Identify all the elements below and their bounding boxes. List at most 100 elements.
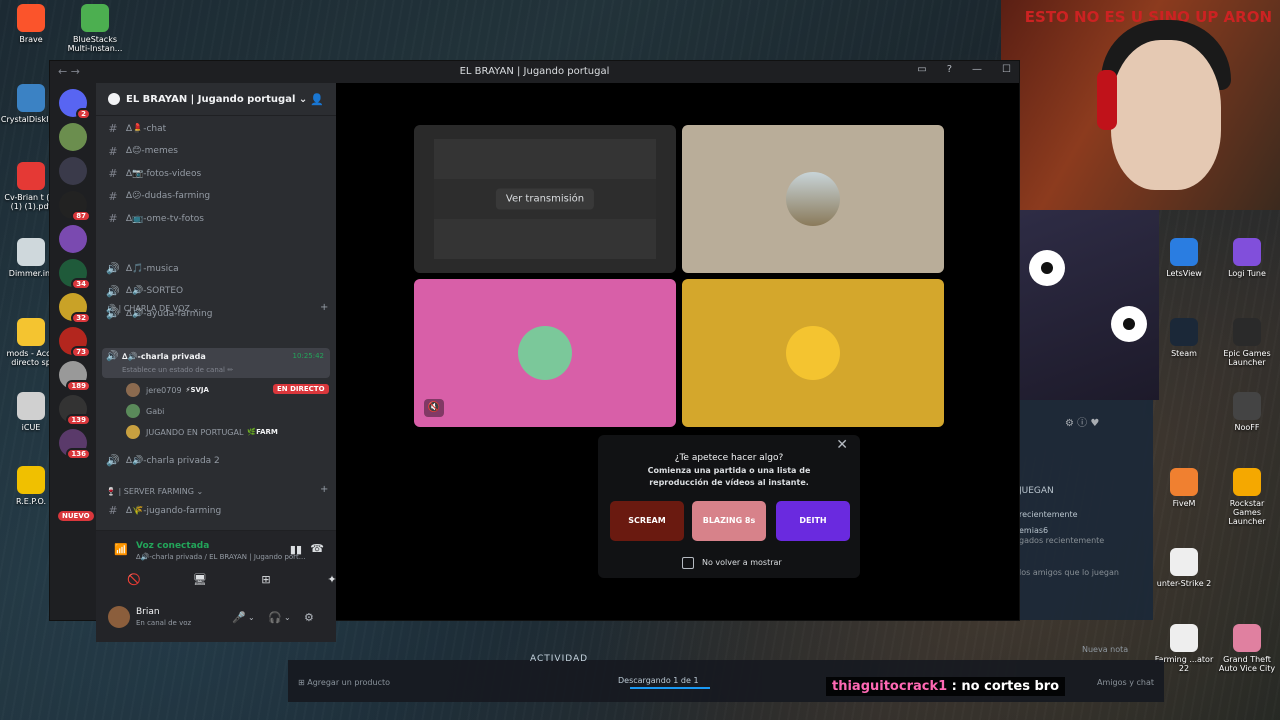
- add-member-icon[interactable]: 👤: [310, 93, 324, 106]
- text-channel[interactable]: # ∆📺-ome-tv-fotos: [106, 212, 204, 225]
- text-channel[interactable]: # ∆😕-dudas-farming: [106, 190, 210, 203]
- guild-name: EL BRAYAN | Jugando portugal ⌄: [126, 93, 308, 105]
- desktop-shortcut[interactable]: FiveM: [1153, 468, 1215, 508]
- dont-show-label[interactable]: No volver a mostrar: [702, 558, 782, 567]
- gear-icon[interactable]: ⚙: [304, 611, 314, 624]
- guild-header[interactable]: EL BRAYAN | Jugando portugal ⌄ 👤: [96, 83, 336, 116]
- username[interactable]: Brian: [136, 607, 160, 617]
- new-note-button[interactable]: Nueva nota: [1082, 645, 1128, 654]
- minimize-button[interactable]: —: [972, 64, 982, 75]
- help-icon[interactable]: ?: [947, 64, 952, 75]
- friends-chat-button[interactable]: Amigos y chat: [1097, 678, 1154, 687]
- app-icon: [1233, 624, 1261, 652]
- voice-member[interactable]: jere0709 ⚡SVJA: [126, 383, 209, 397]
- voice-channel[interactable]: 🔊 ∆🎵-musica: [106, 262, 178, 275]
- headset: [1097, 70, 1117, 130]
- channel-label: ∆🔊-charla privada 2: [126, 455, 220, 466]
- member-name: JUGANDO EN PORTUGAL: [146, 427, 244, 437]
- participant-tile[interactable]: [682, 125, 944, 273]
- stream-chat-message: thiaguitocrack1 : no cortes bro: [826, 677, 1066, 696]
- watch-stream-button[interactable]: Ver transmisión: [495, 188, 595, 210]
- text-channel[interactable]: # ∆📷-fotos-videos: [106, 167, 201, 180]
- chat-text: : no cortes bro: [947, 679, 1060, 694]
- server-icon[interactable]: [59, 157, 87, 185]
- desktop-shortcut[interactable]: BlueStacks Multi-Instan...: [64, 4, 126, 53]
- stream-tile[interactable]: Ver transmisión: [414, 125, 676, 273]
- text-channel[interactable]: # ∆💄-chat: [106, 122, 166, 135]
- desktop-shortcut[interactable]: Brave: [0, 4, 62, 44]
- noise-suppression-icon[interactable]: ▮▮: [290, 543, 302, 556]
- chevron-down-icon[interactable]: ⌄: [284, 613, 291, 622]
- guild-icon: [108, 93, 120, 105]
- voice-channel[interactable]: 🔊 ∆🔊-ayuda-farming: [106, 307, 212, 320]
- activity-scream[interactable]: SCREAM: [610, 501, 684, 541]
- server-icon[interactable]: 136: [59, 429, 91, 460]
- server-icon[interactable]: [59, 123, 87, 151]
- friends-line[interactable]: los amigos que lo juegan: [1019, 568, 1119, 577]
- disconnect-icon[interactable]: ☎: [310, 542, 324, 555]
- activity-death[interactable]: DEITH: [776, 501, 850, 541]
- member-name: Gabi: [146, 406, 165, 416]
- channel-status[interactable]: Establece un estado de canal ✏: [122, 366, 233, 374]
- activity-blazing-8s[interactable]: BLAZING 8s: [692, 501, 766, 541]
- microphone-icon[interactable]: 🎤: [232, 611, 246, 624]
- server-icon[interactable]: 32: [59, 293, 91, 324]
- friend-name: emias6: [1019, 526, 1049, 535]
- text-channel[interactable]: # ∆😊-memes: [106, 145, 178, 158]
- participant-tile[interactable]: 🔇: [414, 279, 676, 427]
- voice-channel-2[interactable]: 🔊 ∆🔊-charla privada 2: [106, 454, 220, 467]
- close-icon[interactable]: ✕: [836, 437, 848, 453]
- member-name: jere0709: [146, 385, 182, 395]
- category-server[interactable]: 🍷 | SERVER FARMING ⌄: [106, 487, 203, 496]
- desktop-shortcut[interactable]: LetsView: [1153, 238, 1215, 278]
- server-icon[interactable]: 73: [59, 327, 91, 358]
- discord-home-icon[interactable]: 2: [59, 89, 91, 120]
- text-channel[interactable]: # ∆🌾-jugando-farming: [106, 504, 221, 517]
- app-icon: [17, 162, 45, 190]
- voice-member[interactable]: JUGANDO EN PORTUGAL 🌿FARM: [126, 425, 278, 439]
- headphones-icon[interactable]: 🎧: [268, 611, 282, 624]
- inbox-icon[interactable]: ▭: [917, 64, 926, 75]
- server-icon[interactable]: 87: [59, 191, 91, 222]
- active-voice-channel[interactable]: 🔊 ∆🔊-charla privada 10:25:42 Establece u…: [102, 348, 330, 378]
- app-icon: [1233, 392, 1261, 420]
- download-status[interactable]: Descargando 1 de 1: [618, 676, 699, 685]
- app-icon: [17, 4, 45, 32]
- desktop-shortcut[interactable]: Steam: [1153, 318, 1215, 358]
- discord-window: ← → EL BRAYAN | Jugando portugal ▭ ? — ☐…: [50, 61, 1019, 642]
- server-icon[interactable]: 34: [59, 259, 91, 290]
- hash-icon: #: [108, 144, 118, 158]
- voice-member[interactable]: Gabi: [126, 404, 168, 418]
- chevron-down-icon[interactable]: ⌄: [248, 613, 255, 622]
- settings-icon[interactable]: ⚙ ⓘ ♥: [1065, 414, 1099, 429]
- camera-off-button[interactable]: 🚫: [114, 573, 154, 591]
- hash-icon: #: [108, 504, 118, 517]
- voice-channel-path[interactable]: ∆🔊-charla privada / EL BRAYAN | Jugando …: [136, 553, 305, 561]
- shortcut-label: Epic Games Launcher: [1223, 349, 1271, 367]
- shortcut-label: LetsView: [1166, 269, 1202, 278]
- desktop-shortcut[interactable]: Grand Theft Auto Vice City: [1216, 624, 1278, 673]
- avatar[interactable]: [108, 606, 130, 628]
- server-icon[interactable]: 189: [59, 361, 91, 392]
- screen-share-button[interactable]: 🖥: [180, 573, 220, 591]
- server-folder[interactable]: [59, 225, 87, 253]
- voice-channel[interactable]: 🔊 ∆🔊-SORTEO: [106, 285, 183, 298]
- desktop-shortcut[interactable]: unter-Strike 2: [1153, 548, 1215, 588]
- desktop-shortcut[interactable]: Logi Tune: [1216, 238, 1278, 278]
- channel-label: ∆🌾-jugando-farming: [126, 505, 222, 516]
- server-icon[interactable]: 139: [59, 395, 91, 426]
- desktop-shortcut[interactable]: NooFF: [1216, 392, 1278, 432]
- shortcut-label: BlueStacks Multi-Instan...: [67, 35, 123, 53]
- shortcut-label: Logi Tune: [1228, 269, 1266, 278]
- desktop-shortcut[interactable]: Epic Games Launcher: [1216, 318, 1278, 367]
- add-product-link[interactable]: ⊞ Agregar un producto: [298, 678, 390, 687]
- dont-show-checkbox[interactable]: [682, 557, 694, 569]
- activities-button[interactable]: ⊞: [246, 573, 286, 591]
- add-channel-icon[interactable]: +: [320, 484, 328, 495]
- desktop-shortcut[interactable]: Rockstar Games Launcher: [1216, 468, 1278, 526]
- add-channel-icon[interactable]: +: [320, 302, 328, 313]
- voice-connected-label[interactable]: Voz conectada: [136, 541, 209, 551]
- participant-tile[interactable]: [682, 279, 944, 427]
- maximize-button[interactable]: ☐: [1002, 64, 1011, 75]
- channel-label: ∆😊-memes: [126, 146, 178, 156]
